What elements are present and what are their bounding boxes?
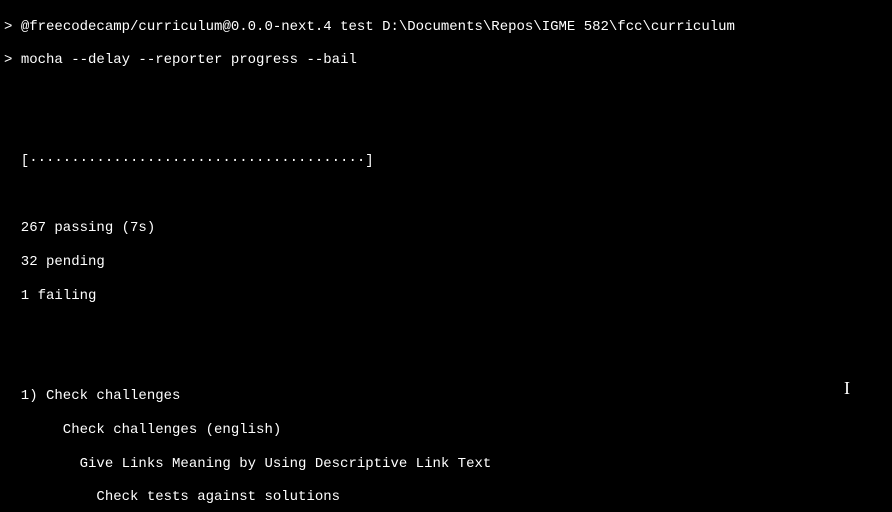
- passing-summary: 267 passing (7s): [4, 220, 888, 237]
- progress-bar: [·······································…: [4, 153, 888, 170]
- terminal-output[interactable]: > @freecodecamp/curriculum@0.0.0-next.4 …: [0, 0, 892, 512]
- mocha-command: mocha --delay --reporter progress --bail: [21, 52, 357, 68]
- failure-test: Give Links Meaning by Using Descriptive …: [4, 456, 888, 473]
- blank-line: [4, 187, 888, 204]
- prompt: >: [4, 52, 21, 68]
- text-cursor-icon: I: [844, 378, 850, 400]
- failure-subtest: Check tests against solutions: [4, 489, 888, 506]
- blank-line: [4, 355, 888, 372]
- failure-suite: 1) Check challenges: [4, 388, 888, 405]
- blank-line: [4, 120, 888, 137]
- command-line: > @freecodecamp/curriculum@0.0.0-next.4 …: [4, 19, 888, 36]
- failure-subsuite: Check challenges (english): [4, 422, 888, 439]
- blank-line: [4, 321, 888, 338]
- command-line: > mocha --delay --reporter progress --ba…: [4, 52, 888, 69]
- pending-summary: 32 pending: [4, 254, 888, 271]
- failing-summary: 1 failing: [4, 288, 888, 305]
- prompt: >: [4, 19, 21, 35]
- blank-line: [4, 86, 888, 103]
- npm-script-header: @freecodecamp/curriculum@0.0.0-next.4 te…: [21, 19, 735, 35]
